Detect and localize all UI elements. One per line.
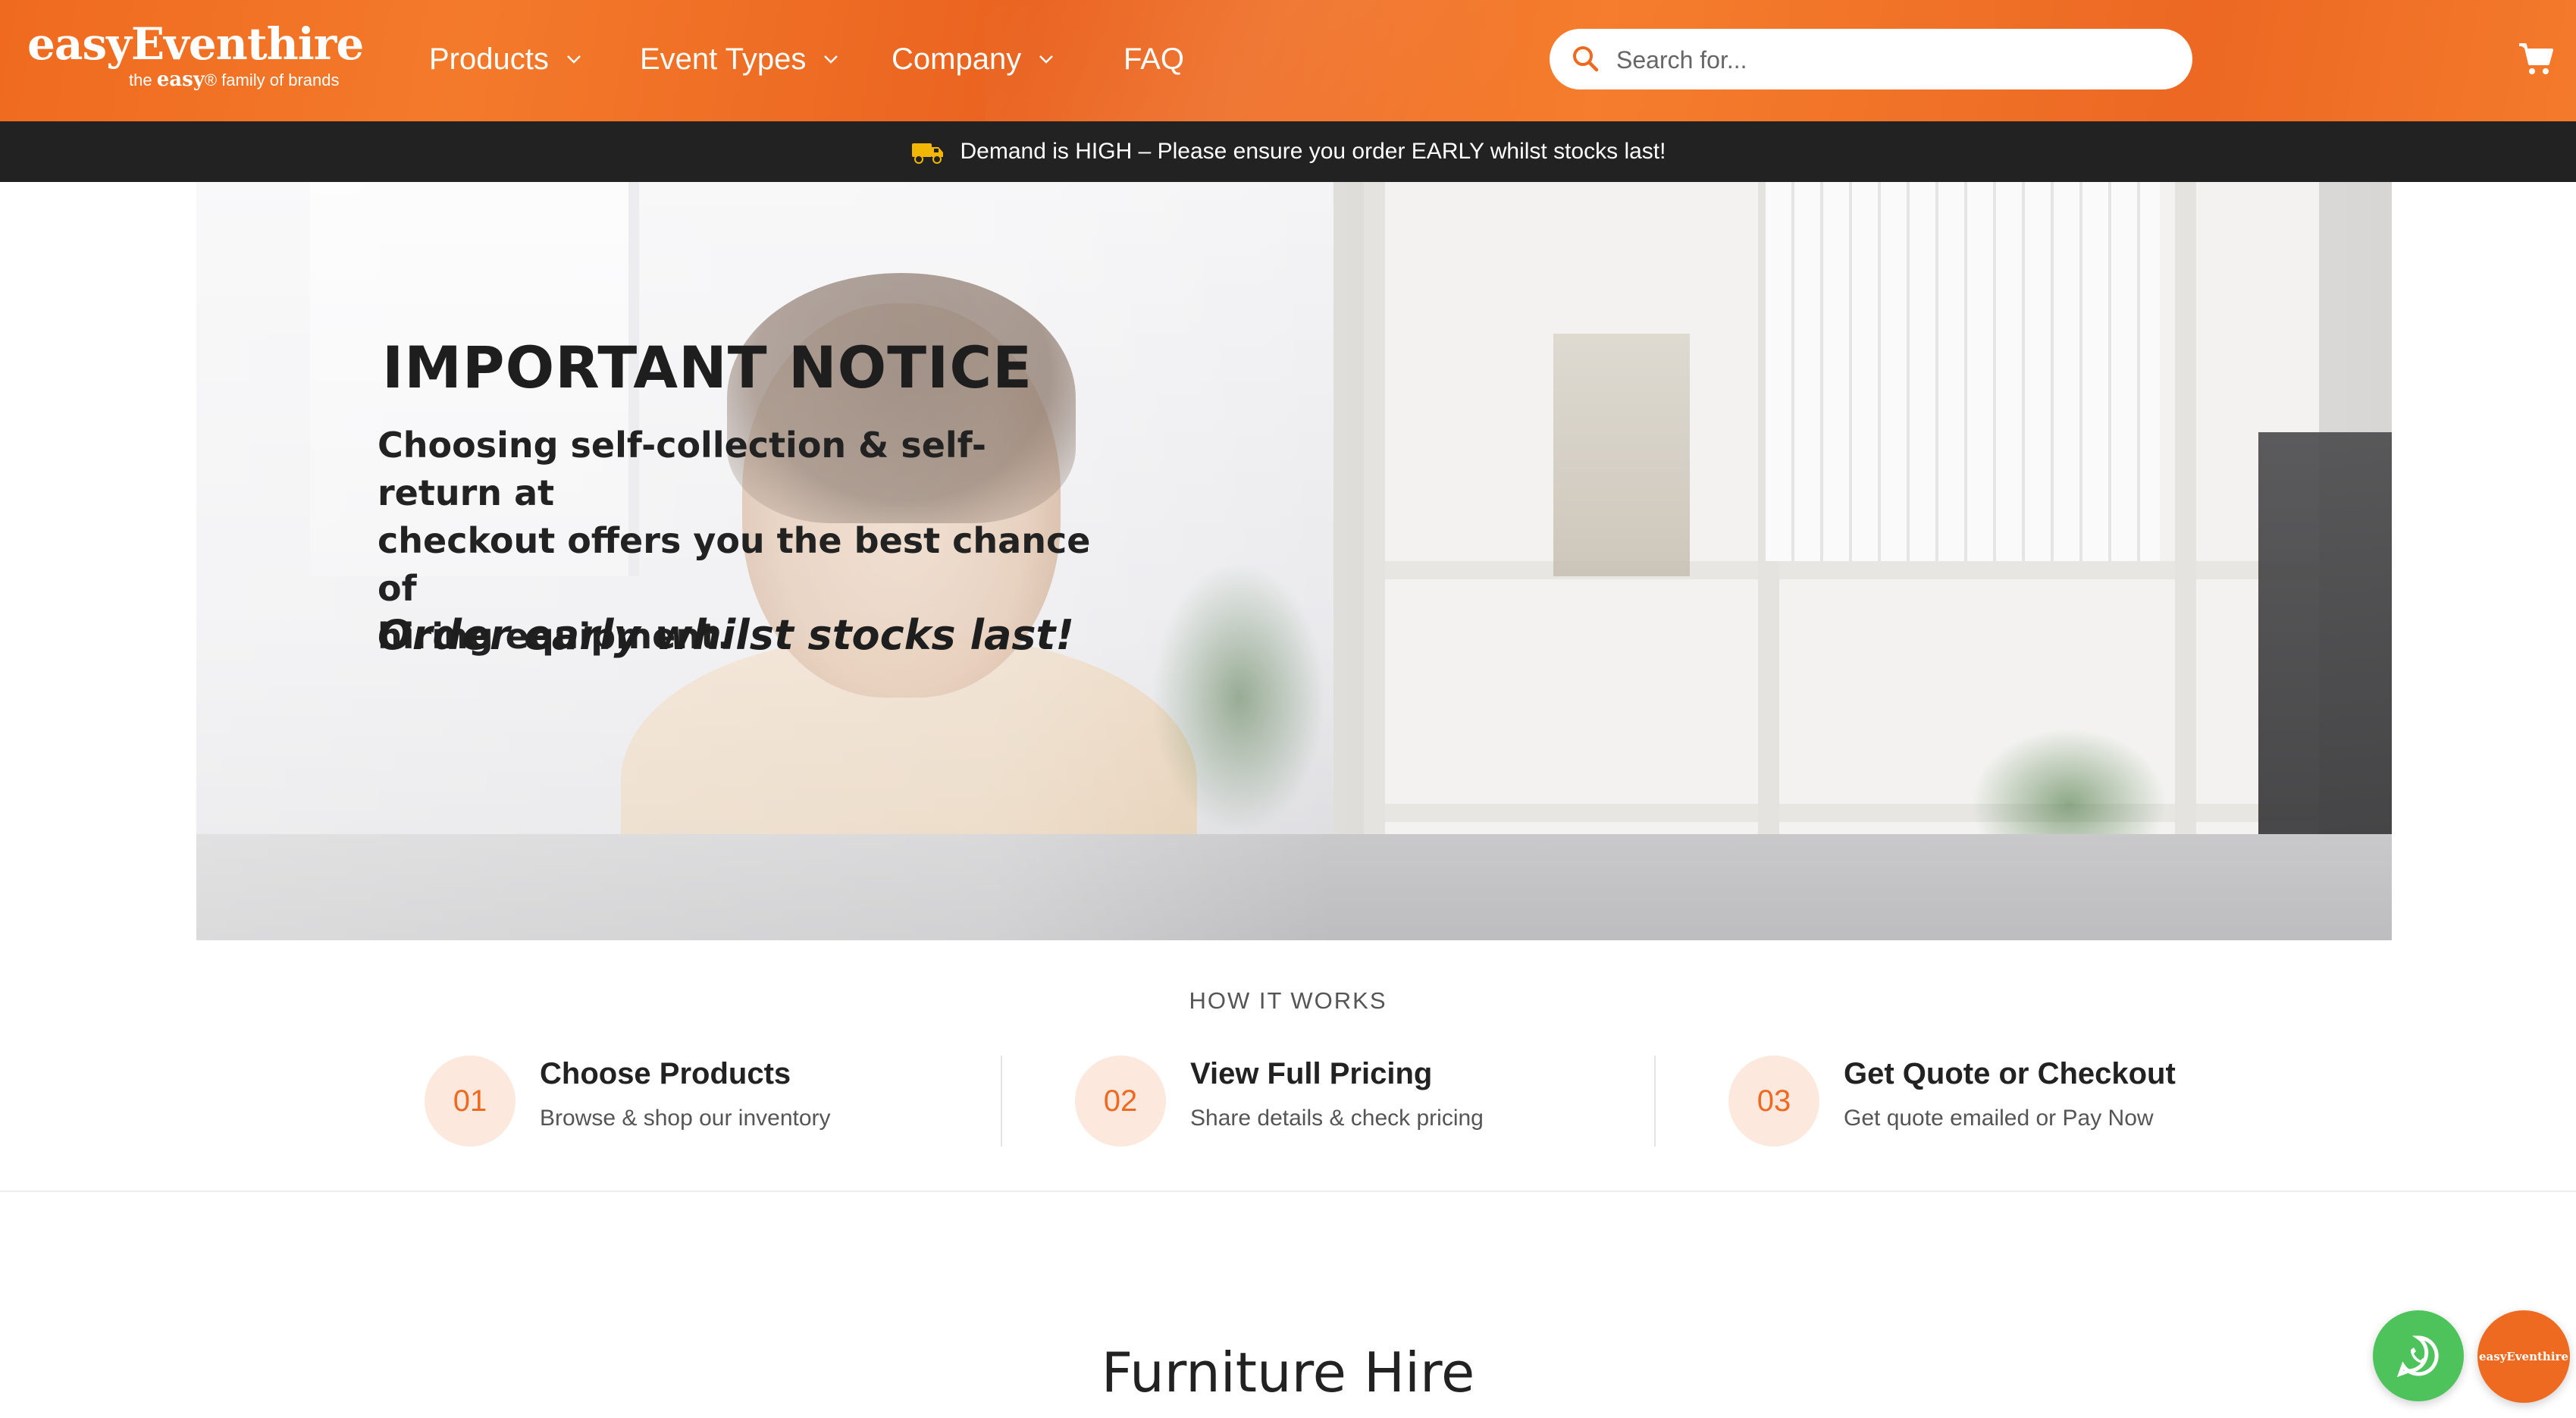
tagline-prefix: the	[129, 71, 152, 89]
shelf-post	[1364, 182, 1385, 864]
site-header: easyEventhire the easy® family of brands…	[0, 0, 2576, 121]
step-title: Get Quote or Checkout	[1844, 1057, 2176, 1090]
nav-company[interactable]: Company	[892, 38, 1058, 80]
chevron-down-icon	[566, 55, 581, 64]
shelf-post	[2175, 182, 2196, 864]
cart-icon	[2519, 43, 2553, 74]
section-divider	[0, 1191, 2576, 1192]
nav-products-label: Products	[429, 42, 549, 76]
hero-line: checkout offers you the best chance of	[378, 520, 1091, 609]
nav-faq-label: FAQ	[1123, 42, 1185, 76]
chevron-down-icon	[1039, 55, 1054, 64]
step-subtitle: Get quote emailed or Pay Now	[1844, 1106, 2154, 1131]
step-divider	[1001, 1056, 1002, 1147]
step-title: Choose Products	[540, 1057, 791, 1090]
tagline-brand: easy	[156, 68, 205, 91]
nav-products[interactable]: Products	[429, 38, 585, 80]
logo[interactable]: easyEventhire the easy® family of brands	[27, 18, 364, 89]
nav-faq[interactable]: FAQ	[1123, 38, 1184, 80]
brand-chat-button[interactable]: easyEventhire	[2477, 1310, 2570, 1403]
step-title: View Full Pricing	[1190, 1057, 1433, 1090]
logo-tagline: the easy® family of brands	[129, 70, 339, 90]
nav-event-types[interactable]: Event Types	[640, 38, 842, 80]
step-number: 02	[1075, 1056, 1166, 1147]
search-input[interactable]	[1615, 39, 2164, 80]
cart-button[interactable]	[2517, 39, 2555, 81]
section-title: Furniture Hire	[1101, 1341, 1475, 1404]
search-bar[interactable]	[1550, 29, 2192, 89]
step-number: 01	[425, 1056, 516, 1147]
tagline-suffix: ® family of brands	[204, 71, 340, 89]
delivery-truck-icon	[911, 143, 943, 164]
step-number: 03	[1728, 1056, 1819, 1147]
whatsapp-button[interactable]	[2373, 1310, 2464, 1401]
chevron-down-icon	[824, 55, 838, 64]
announcement-bar: Demand is HIGH – Please ensure you order…	[0, 121, 2576, 182]
hero-line: Choosing self-collection & self-return a…	[378, 425, 986, 513]
whatsapp-icon	[2396, 1335, 2439, 1378]
how-it-works-title: HOW IT WORKS	[1189, 987, 1387, 1014]
hero-title: IMPORTANT NOTICE	[382, 334, 1033, 401]
hero-books	[1766, 182, 2160, 561]
step-subtitle: Share details & check pricing	[1190, 1106, 1484, 1131]
step-divider	[1654, 1056, 1656, 1147]
announcement-text: Demand is HIGH – Please ensure you order…	[960, 139, 1666, 164]
hero-figurine	[1553, 334, 1690, 576]
hero-emphasis: Order early whilst stocks last!	[378, 611, 1075, 659]
nav-event-types-label: Event Types	[640, 42, 807, 76]
nav-company-label: Company	[892, 42, 1022, 76]
step-subtitle: Browse & shop our inventory	[540, 1106, 831, 1131]
logo-wordmark: easyEventhire	[27, 18, 364, 70]
search-icon[interactable]	[1571, 44, 1601, 74]
